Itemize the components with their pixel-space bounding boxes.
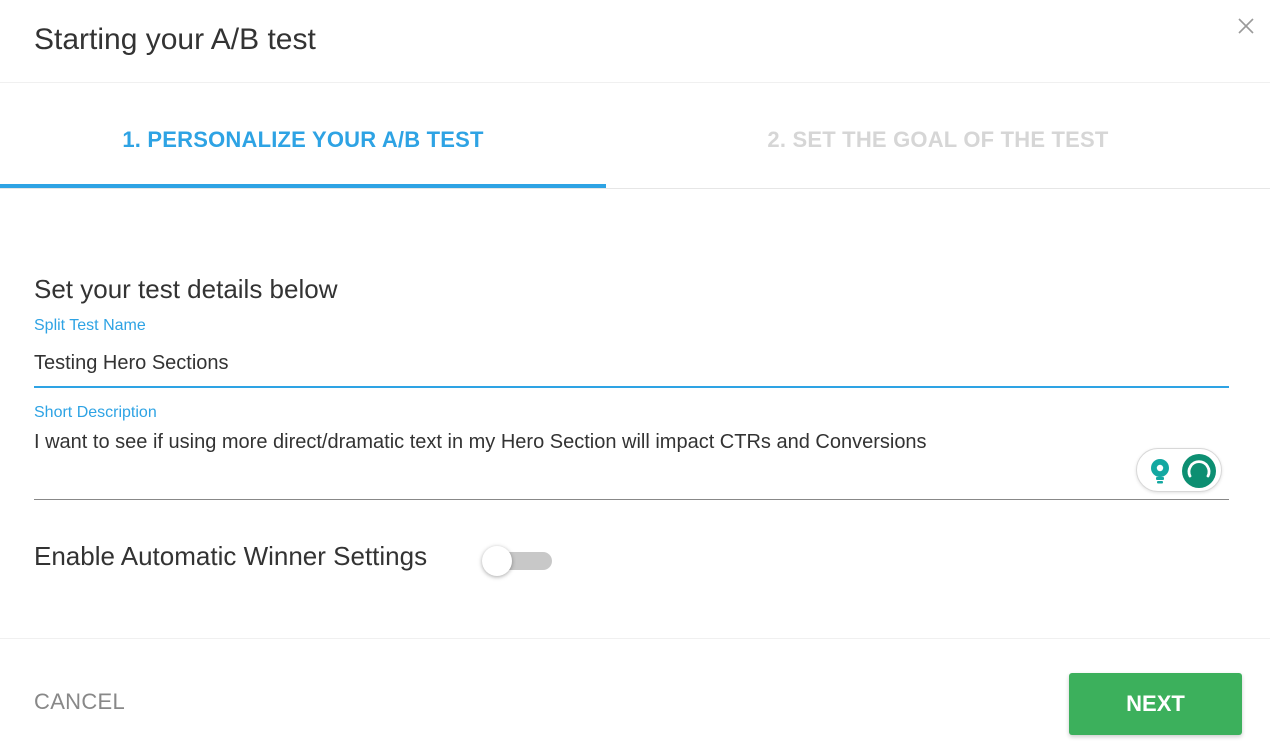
close-icon[interactable] (1232, 12, 1262, 42)
auto-winner-label: Enable Automatic Winner Settings (34, 541, 428, 571)
ab-test-dialog: Starting your A/B test 1. PERSONALIZE YO… (0, 0, 1270, 748)
description-input-underline (34, 499, 1229, 500)
active-tab-indicator (0, 184, 606, 188)
step-tabs: 1. PERSONALIZE YOUR A/B TEST 2. SET THE … (0, 92, 1270, 189)
short-description-input[interactable]: I want to see if using more direct/drama… (34, 428, 1229, 488)
tab-set-goal[interactable]: 2. SET THE GOAL OF THE TEST (606, 92, 1270, 188)
cancel-button[interactable]: CANCEL (34, 689, 125, 715)
next-button[interactable]: NEXT (1069, 673, 1242, 735)
grammar-assistant-icon[interactable] (1181, 453, 1217, 489)
writing-assistant-widget[interactable] (1136, 448, 1222, 492)
section-heading: Set your test details below (34, 274, 338, 304)
short-description-label: Short Description (34, 404, 157, 421)
dialog-header: Starting your A/B test (0, 0, 1270, 83)
lightbulb-icon[interactable] (1147, 457, 1173, 485)
split-test-name-label: Split Test Name (34, 317, 146, 334)
split-test-name-input[interactable] (34, 348, 1229, 378)
name-input-underline (34, 386, 1229, 388)
dialog-title: Starting your A/B test (34, 23, 316, 56)
auto-winner-toggle[interactable] (480, 544, 554, 576)
dialog-footer: CANCEL NEXT (0, 638, 1270, 748)
tab-personalize[interactable]: 1. PERSONALIZE YOUR A/B TEST (0, 92, 606, 188)
toggle-knob (482, 546, 512, 576)
